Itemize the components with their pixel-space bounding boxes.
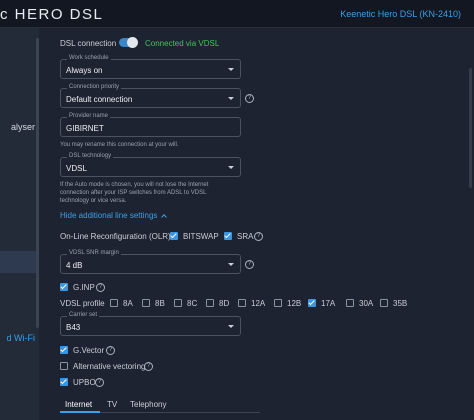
sra-label: SRA (237, 232, 254, 241)
profile-label-30a: 30A (359, 299, 374, 308)
profile-checkbox-35b[interactable] (380, 299, 388, 307)
work-schedule-value: Always on (66, 66, 103, 75)
sidebar-scrollbar[interactable] (36, 38, 39, 328)
ginp-checkbox[interactable] (60, 283, 68, 291)
upbo-label: UPBO (73, 378, 96, 387)
bitswap-checkbox[interactable] (170, 232, 178, 240)
brand-logo[interactable]: c HERO DSL (0, 6, 103, 23)
provider-name-label: Provider name (67, 113, 111, 119)
main-scrollbar[interactable] (469, 68, 472, 188)
gvector-checkbox[interactable] (60, 346, 68, 354)
profile-checkbox-8b[interactable] (142, 299, 150, 307)
connection-priority-select[interactable]: Connection priority Default connection (60, 84, 241, 108)
help-icon[interactable]: ? (245, 94, 254, 103)
connection-priority-value: Default connection (66, 95, 133, 104)
gvector-label: G.Vector (73, 346, 105, 355)
alternative-vectoring-checkbox[interactable] (60, 362, 68, 370)
sidebar-item-wifi[interactable]: d Wi-Fi (7, 333, 36, 343)
profile-label-8d: 8D (219, 299, 230, 308)
sidebar-item-analyser[interactable]: alyser (11, 122, 35, 132)
hide-additional-settings-text: Hide additional line settings (60, 211, 158, 220)
chevron-down-icon (228, 166, 234, 169)
help-icon[interactable]: ? (245, 260, 254, 269)
service-tabs: Internet TV Telephony (60, 395, 260, 413)
device-model: Keenetic Hero DSL (KN-2410) (340, 9, 461, 19)
chevron-down-icon (228, 325, 234, 328)
help-icon[interactable]: ? (254, 232, 263, 241)
help-icon[interactable]: ? (106, 346, 115, 355)
carrier-set-value: B43 (66, 323, 81, 332)
dsl-technology-value: VDSL (66, 164, 87, 173)
chevron-down-icon (228, 263, 234, 266)
provider-name-input[interactable]: Provider name GIBIRNET (60, 113, 241, 137)
carrier-set-label: Carrier set (67, 312, 100, 318)
bitswap-label: BITSWAP (183, 232, 219, 241)
tab-telephony[interactable]: Telephony (130, 400, 166, 409)
hint-line-3: technology or vice versa. (60, 198, 127, 204)
hint-line-2: connection after your ISP switches from … (60, 190, 207, 196)
dsl-connection-label: DSL connection (60, 39, 117, 48)
profile-label-8b: 8B (155, 299, 165, 308)
hide-additional-settings-link[interactable]: Hide additional line settings (60, 211, 168, 220)
snr-margin-label: VDSL SNR margin (67, 250, 121, 256)
profile-checkbox-30a[interactable] (346, 299, 354, 307)
dsl-technology-hint: If the Auto mode is chosen, you will not… (60, 181, 208, 205)
toggle-knob (127, 37, 138, 48)
chevron-down-icon (228, 68, 234, 71)
dsl-status: Connected via VDSL (145, 39, 220, 48)
profile-checkbox-8a[interactable] (110, 299, 118, 307)
profile-label-17a: 17A (321, 299, 336, 308)
app-header: c HERO DSL Keenetic Hero DSL (KN-2410) (0, 0, 474, 28)
profile-checkbox-8d[interactable] (206, 299, 214, 307)
sra-checkbox[interactable] (224, 232, 232, 240)
profile-checkbox-8c[interactable] (174, 299, 182, 307)
dsl-technology-select[interactable]: DSL technology VDSL (60, 153, 241, 177)
ginp-label: G.INP (73, 283, 95, 292)
snr-margin-select[interactable]: VDSL SNR margin 4 dB (60, 250, 241, 274)
sidebar-item-active[interactable] (0, 251, 36, 273)
tab-internet[interactable]: Internet (65, 400, 92, 409)
profile-checkbox-12b[interactable] (274, 299, 282, 307)
work-schedule-select[interactable]: Work schedule Always on (60, 55, 241, 79)
brand-name: HERO DSL (14, 6, 104, 23)
connection-settings-panel: DSL connection Connected via VDSL Work s… (44, 28, 474, 420)
alternative-vectoring-label: Alternative vectoring (73, 362, 146, 371)
olr-label: On-Line Reconfiguration (OLR) (60, 232, 171, 241)
profile-checkbox-17a[interactable] (308, 299, 316, 307)
chevron-down-icon (228, 97, 234, 100)
profile-label-12a: 12A (251, 299, 266, 308)
connection-priority-label: Connection priority (67, 84, 122, 90)
upbo-checkbox[interactable] (60, 378, 68, 386)
sidebar: alyser d Wi-Fi (0, 28, 39, 420)
help-icon[interactable]: ? (96, 283, 105, 292)
vdsl-profile-label: VDSL profile (60, 299, 105, 308)
dsl-connection-toggle[interactable] (119, 37, 138, 48)
profile-label-35b: 35B (393, 299, 408, 308)
tab-tv[interactable]: TV (107, 400, 117, 409)
dsl-technology-label: DSL technology (67, 153, 114, 159)
profile-label-12b: 12B (287, 299, 302, 308)
chevron-up-icon (161, 214, 168, 220)
help-icon[interactable]: ? (144, 362, 153, 371)
hint-line-1: If the Auto mode is chosen, you will not… (60, 182, 209, 188)
work-schedule-label: Work schedule (67, 55, 111, 61)
snr-margin-value: 4 dB (66, 261, 83, 270)
active-tab-indicator (60, 411, 100, 413)
provider-name-hint: You may rename this connection at your w… (60, 142, 179, 148)
provider-name-value: GIBIRNET (66, 124, 104, 133)
profile-label-8a: 8A (123, 299, 133, 308)
profile-checkbox-12a[interactable] (238, 299, 246, 307)
carrier-set-select[interactable]: Carrier set B43 (60, 312, 241, 336)
profile-label-8c: 8C (187, 299, 198, 308)
help-icon[interactable]: ? (95, 378, 104, 387)
